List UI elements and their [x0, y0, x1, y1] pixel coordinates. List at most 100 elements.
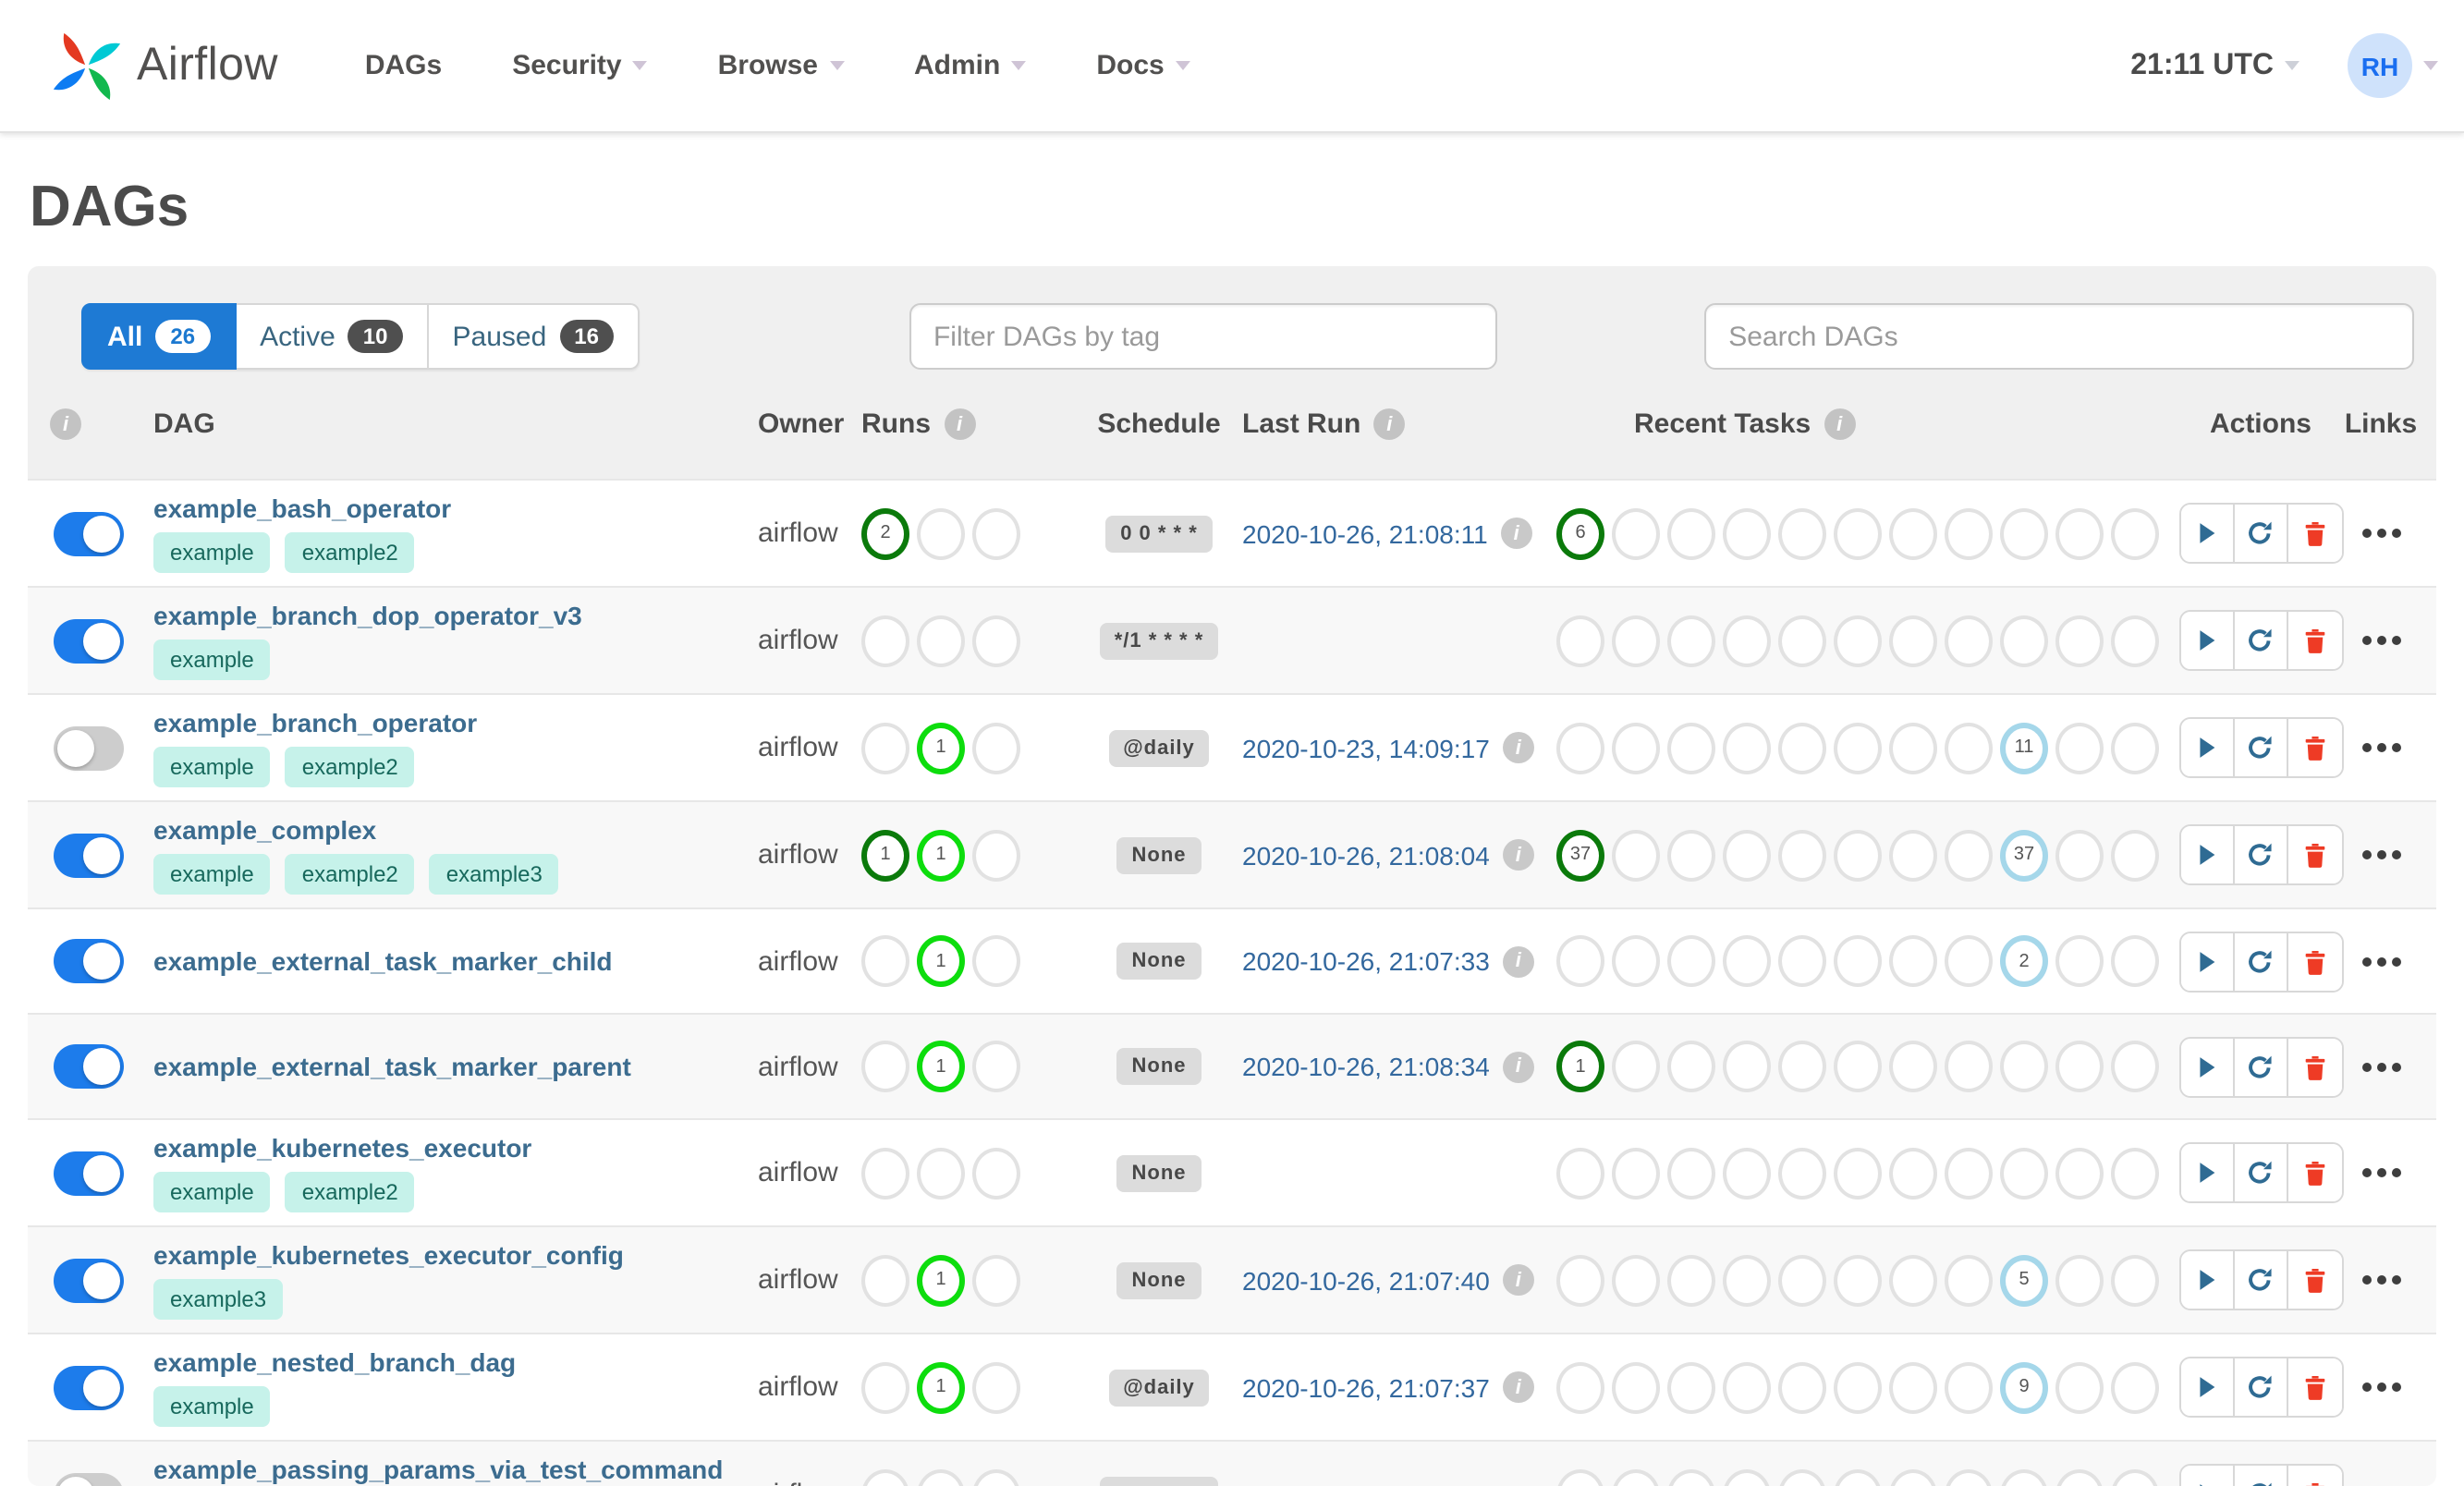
task-state-circle-sensing[interactable] [2111, 1041, 2159, 1092]
trigger-dag-button[interactable] [2180, 1251, 2234, 1309]
links-menu-button[interactable] [2354, 949, 2408, 973]
task-state-circle-queued[interactable] [1945, 507, 1993, 559]
task-state-circle-scheduled[interactable] [2055, 1041, 2104, 1092]
task-state-circle-failed[interactable] [1667, 722, 1715, 773]
task-state-circle-running[interactable] [917, 615, 965, 666]
task-state-circle-running[interactable]: 1 [917, 1041, 965, 1092]
dag-tag-badge[interactable]: example2 [286, 532, 415, 573]
task-state-circle-queued[interactable] [1945, 1254, 1993, 1306]
last-run-link[interactable]: 2020-10-26, 21:07:37 [1242, 1372, 1490, 1402]
task-state-circle-failed[interactable] [972, 829, 1020, 881]
last-run-link[interactable]: 2020-10-26, 21:07:40 [1242, 1265, 1490, 1295]
trigger-dag-button[interactable] [2180, 1038, 2234, 1095]
task-state-circle-none[interactable]: 9 [2000, 1361, 2048, 1413]
task-state-circle-running[interactable] [1612, 935, 1660, 987]
links-menu-button[interactable] [2354, 843, 2408, 867]
task-state-circle-upstream_failed[interactable] [1723, 507, 1771, 559]
task-state-circle-success[interactable] [861, 1254, 909, 1306]
refresh-dag-button[interactable] [2234, 719, 2287, 776]
task-state-circle-sensing[interactable] [2111, 829, 2159, 881]
task-state-circle-up_for_reschedule[interactable] [1889, 1361, 1937, 1413]
last-run-link[interactable]: 2020-10-23, 14:09:17 [1242, 733, 1490, 762]
task-state-circle-success[interactable] [1556, 722, 1604, 773]
task-state-circle-skipped[interactable] [1778, 1468, 1826, 1486]
trigger-dag-button[interactable] [2180, 1358, 2234, 1416]
dag-tag-badge[interactable]: example3 [153, 1279, 283, 1320]
tag-filter-input[interactable] [909, 303, 1497, 370]
refresh-dag-button[interactable] [2234, 505, 2287, 562]
menu-item-dags[interactable]: DAGs [330, 50, 477, 81]
task-state-circle-up_for_reschedule[interactable] [1889, 1254, 1937, 1306]
task-state-circle-skipped[interactable] [1778, 615, 1826, 666]
task-state-circle-skipped[interactable] [1778, 1361, 1826, 1413]
dag-pause-toggle[interactable] [54, 1258, 124, 1302]
task-state-circle-none[interactable]: 37 [2000, 829, 2048, 881]
task-state-circle-running[interactable]: 1 [917, 722, 965, 773]
menu-item-docs[interactable]: Docs [1061, 50, 1225, 81]
dag-name-link[interactable]: example_branch_dop_operator_v3 [153, 601, 747, 630]
task-state-circle-none[interactable] [2000, 1147, 2048, 1199]
task-state-circle-scheduled[interactable] [2055, 829, 2104, 881]
task-state-circle-upstream_failed[interactable] [1723, 722, 1771, 773]
last-run-link[interactable]: 2020-10-26, 21:08:34 [1242, 1052, 1490, 1081]
task-state-circle-up_for_retry[interactable] [1834, 935, 1882, 987]
task-state-circle-running[interactable] [917, 1147, 965, 1199]
task-state-circle-queued[interactable] [1945, 1468, 1993, 1486]
task-state-circle-up_for_reschedule[interactable] [1889, 615, 1937, 666]
tab-paused[interactable]: Paused16 [429, 303, 640, 370]
task-state-circle-up_for_reschedule[interactable] [1889, 829, 1937, 881]
refresh-dag-button[interactable] [2234, 612, 2287, 669]
task-state-circle-failed[interactable] [1667, 1468, 1715, 1486]
task-state-circle-scheduled[interactable] [2055, 1254, 2104, 1306]
task-state-circle-scheduled[interactable] [2055, 1468, 2104, 1486]
task-state-circle-failed[interactable] [1667, 507, 1715, 559]
dag-pause-toggle[interactable] [54, 833, 124, 877]
dag-pause-toggle[interactable] [54, 939, 124, 983]
task-state-circle-skipped[interactable] [1778, 507, 1826, 559]
task-state-circle-success[interactable] [1556, 1361, 1604, 1413]
task-state-circle-running[interactable] [1612, 1041, 1660, 1092]
dag-tag-badge[interactable]: example2 [286, 1172, 415, 1212]
task-state-circle-sensing[interactable] [2111, 1361, 2159, 1413]
refresh-dag-button[interactable] [2234, 1038, 2287, 1095]
task-state-circle-skipped[interactable] [1778, 1254, 1826, 1306]
dag-tag-badge[interactable]: example [153, 1386, 271, 1427]
task-state-circle-running[interactable]: 1 [917, 829, 965, 881]
task-state-circle-sensing[interactable] [2111, 935, 2159, 987]
task-state-circle-upstream_failed[interactable] [1723, 615, 1771, 666]
task-state-circle-failed[interactable] [972, 1468, 1020, 1486]
task-state-circle-up_for_retry[interactable] [1834, 615, 1882, 666]
tab-active[interactable]: Active10 [236, 303, 428, 370]
task-state-circle-success[interactable] [1556, 615, 1604, 666]
task-state-circle-running[interactable] [1612, 1147, 1660, 1199]
links-menu-button[interactable] [2354, 521, 2408, 545]
links-menu-button[interactable] [2354, 1375, 2408, 1399]
trigger-dag-button[interactable] [2180, 1466, 2234, 1486]
task-state-circle-failed[interactable] [972, 1147, 1020, 1199]
task-state-circle-success[interactable] [1556, 1147, 1604, 1199]
task-state-circle-up_for_retry[interactable] [1834, 1254, 1882, 1306]
tab-all[interactable]: All26 [81, 303, 236, 370]
dag-name-link[interactable]: example_nested_branch_dag [153, 1347, 747, 1377]
task-state-circle-upstream_failed[interactable] [1723, 1041, 1771, 1092]
refresh-dag-button[interactable] [2234, 1466, 2287, 1486]
task-state-circle-failed[interactable] [1667, 1147, 1715, 1199]
dag-tag-badge[interactable]: example [153, 854, 271, 895]
task-state-circle-scheduled[interactable] [2055, 1361, 2104, 1413]
delete-dag-button[interactable] [2287, 1466, 2341, 1486]
task-state-circle-skipped[interactable] [1778, 1041, 1826, 1092]
task-state-circle-success[interactable] [861, 1147, 909, 1199]
timezone-dropdown[interactable]: 21:11 UTC [2130, 49, 2299, 82]
dag-pause-toggle[interactable] [54, 1044, 124, 1089]
dag-pause-toggle[interactable] [54, 511, 124, 555]
task-state-circle-running[interactable] [1612, 1254, 1660, 1306]
task-state-circle-none[interactable]: 2 [2000, 935, 2048, 987]
delete-dag-button[interactable] [2287, 932, 2341, 990]
delete-dag-button[interactable] [2287, 1358, 2341, 1416]
task-state-circle-failed[interactable] [1667, 1254, 1715, 1306]
refresh-dag-button[interactable] [2234, 1251, 2287, 1309]
links-menu-button[interactable] [2354, 1054, 2408, 1078]
task-state-circle-running[interactable] [1612, 829, 1660, 881]
task-state-circle-failed[interactable] [1667, 1041, 1715, 1092]
task-state-circle-success[interactable]: 2 [861, 507, 909, 559]
